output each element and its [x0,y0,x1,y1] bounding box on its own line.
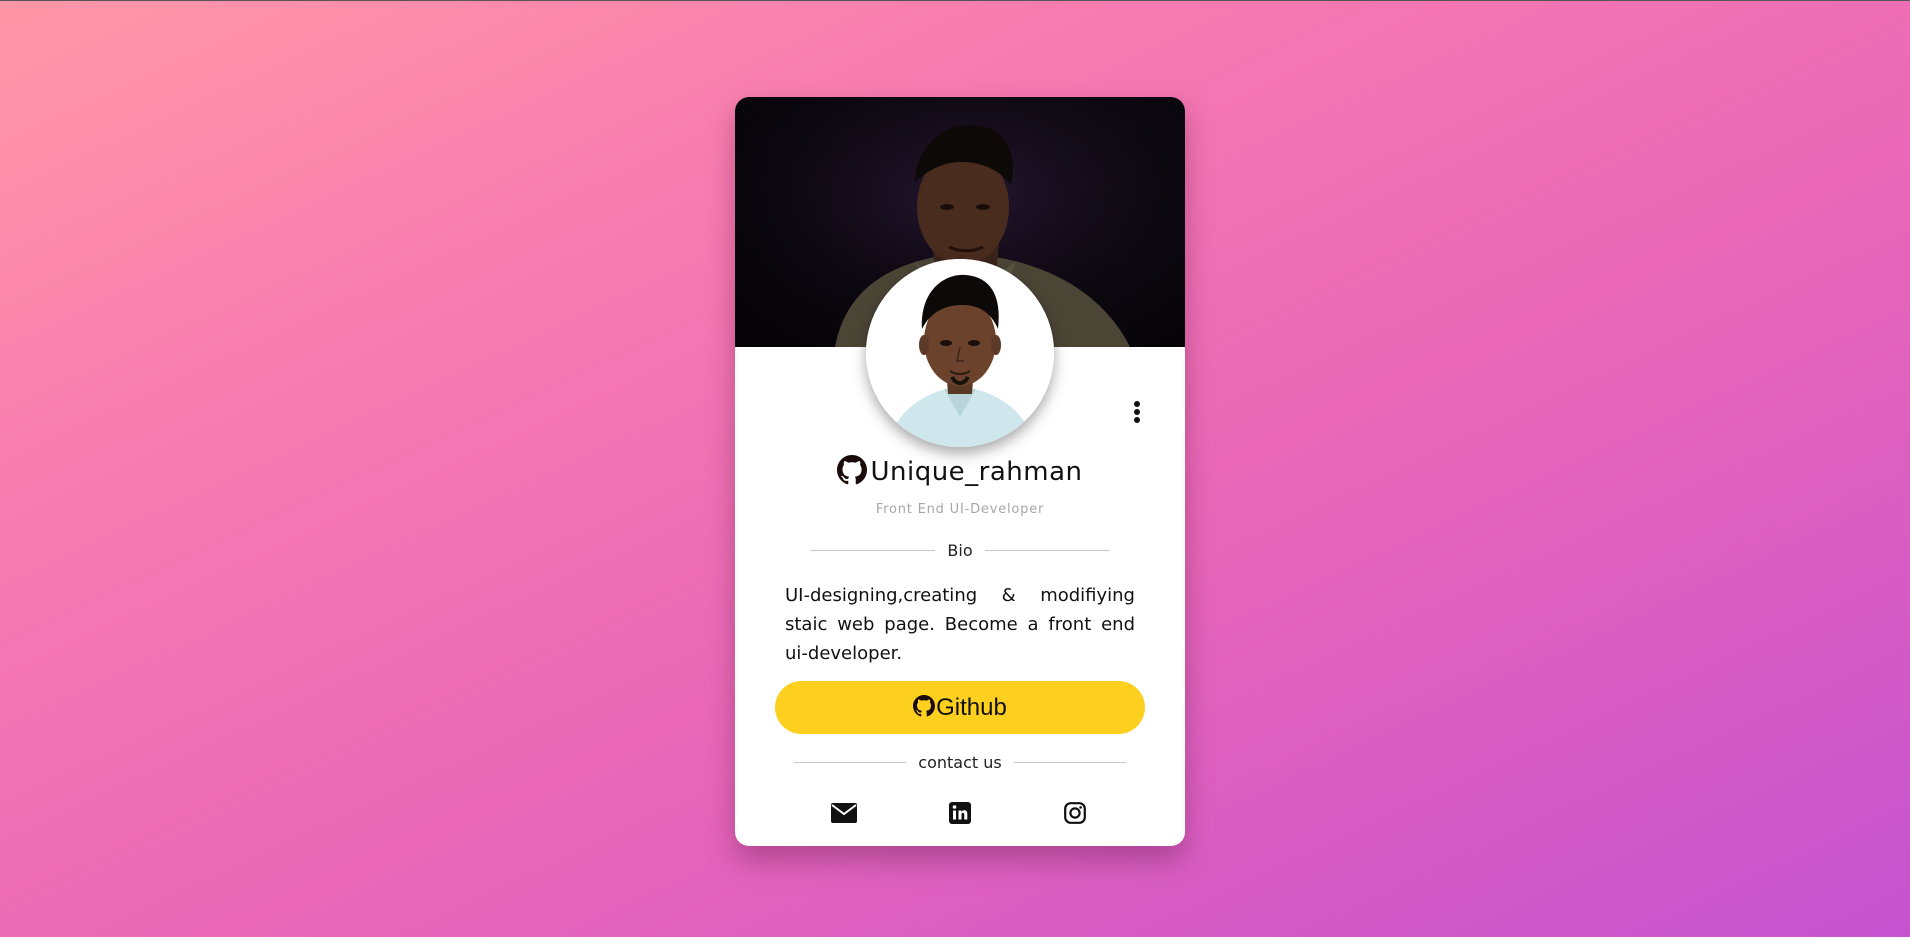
contact-heading: contact us [918,753,1002,772]
divider-line [810,550,936,551]
divider-line [984,550,1110,551]
github-icon [837,455,868,485]
github-icon [913,695,936,717]
bio-heading: Bio [947,541,973,560]
bio-divider: Bio [735,541,1185,560]
github-button[interactable]: Github [775,681,1145,734]
username: Unique_rahman [870,457,1083,487]
more-vertical-icon[interactable] [1127,400,1147,426]
profile-name-row: Unique_rahman [735,455,1185,487]
email-icon[interactable] [830,799,858,827]
profile-card: Unique_rahman Front End UI-Developer Bio… [735,97,1185,846]
divider-line [1013,762,1126,763]
instagram-icon[interactable] [1061,799,1089,827]
role-subtitle: Front End UI-Developer [875,502,1045,517]
bio-text: UI-designing,creating & modifiying staic… [785,585,1135,664]
avatar [866,259,1054,447]
divider-line [794,762,907,763]
linkedin-icon[interactable] [946,799,974,827]
github-button-label: Github [936,693,1007,721]
top-border [0,0,1910,1]
contact-divider: contact us [735,753,1185,772]
